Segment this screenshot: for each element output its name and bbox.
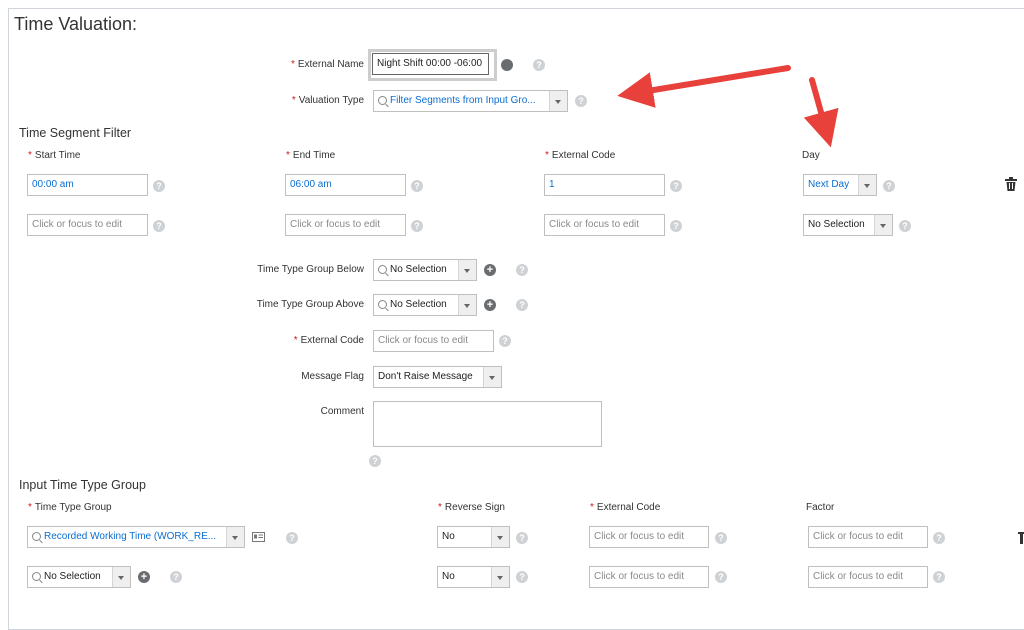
annotation-arrows [617,65,839,148]
arrow-to-day [803,77,839,148]
arrow-to-valuation-type [617,65,791,108]
